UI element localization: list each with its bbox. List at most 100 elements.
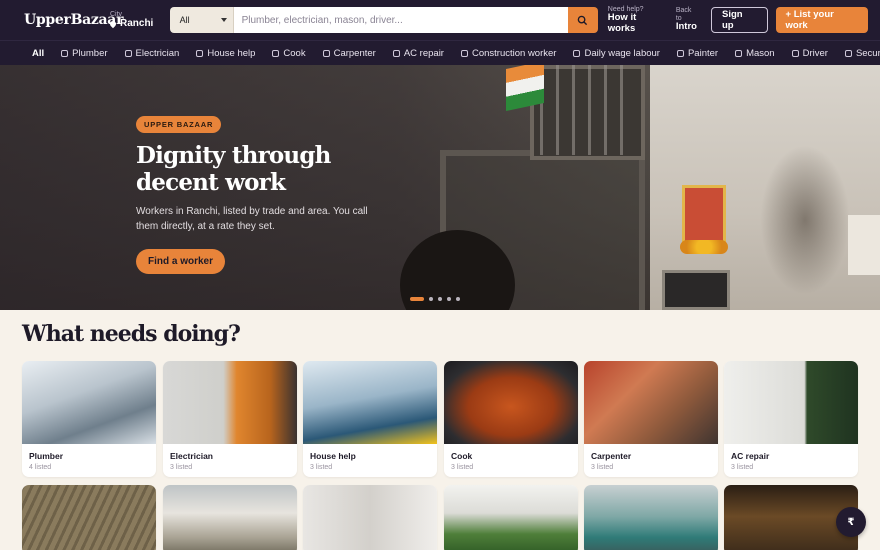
category-card-painter[interactable] (303, 485, 437, 550)
intro-link[interactable]: Back to Intro (676, 7, 699, 33)
hero-photo-flag (506, 65, 544, 112)
category-select[interactable]: All (169, 7, 234, 33)
nav-item-mason[interactable]: Mason (735, 48, 775, 59)
hero-badge: UPPER BAZAAR (136, 116, 222, 133)
card-caption: Cook 3 listed (444, 444, 578, 477)
city-value: Ranchi (120, 18, 154, 29)
search-bar: All (169, 7, 598, 33)
category-card-driver[interactable] (584, 485, 718, 550)
sign-up-button[interactable]: Sign up (711, 7, 768, 33)
carousel-dot[interactable] (410, 297, 424, 301)
category-card-plumber[interactable]: Plumber 4 listed (22, 361, 156, 477)
shield-icon (844, 49, 852, 57)
nav-item-construction-worker[interactable]: Construction worker (460, 47, 557, 59)
card-caption: House help 3 listed (303, 444, 437, 477)
steering-wheel-icon (791, 49, 799, 57)
nav-item-ac-repair[interactable]: AC repair (392, 47, 444, 59)
find-a-worker-button[interactable]: Find a worker (136, 249, 226, 274)
nav-item-painter[interactable]: Painter (676, 47, 719, 59)
category-card-cook[interactable]: Cook 3 listed (444, 361, 578, 477)
hero-body: Workers in Ranchi, listed by trade and a… (136, 206, 368, 232)
nav-item-label: Mason (746, 47, 775, 59)
nav-item-label: Carpenter (333, 47, 376, 59)
carousel-dots (410, 297, 460, 301)
hero-photo-marigold (680, 240, 728, 254)
card-count: 4 listed (29, 464, 52, 471)
city-label: City (110, 11, 123, 18)
home-icon (196, 49, 204, 57)
hero-photo-bars (540, 65, 635, 155)
carpenter-photo (584, 361, 718, 444)
category-card-ac-repair[interactable]: AC repair 3 listed (724, 361, 858, 477)
daily-wage-photo (163, 485, 297, 550)
card-title: House help (310, 451, 356, 461)
card-count: 3 listed (591, 464, 614, 471)
top-bar: UpperBazaar City Ranchi All Need help? H… (0, 0, 880, 40)
nav-item-plumber[interactable]: Plumber (61, 47, 108, 59)
hero-photo-poster (848, 215, 880, 275)
intro-small: Back to (675, 7, 692, 22)
category-card-house-help[interactable]: House help 3 listed (303, 361, 437, 477)
category-card-carpenter[interactable]: Carpenter 3 listed (584, 361, 718, 477)
card-title: Cook (451, 451, 473, 461)
hero-photo-frame (662, 270, 730, 310)
card-title: Plumber (29, 451, 64, 461)
card-caption: AC repair 3 listed (724, 444, 858, 477)
category-card-construction[interactable] (22, 485, 156, 550)
nav-item-label: Cook (283, 47, 306, 59)
electrician-photo (163, 361, 297, 444)
hero-photo-detail (760, 145, 850, 295)
nav-item-label: Painter (687, 47, 719, 59)
nav-item-driver[interactable]: Driver (791, 48, 828, 59)
category-select-value: All (179, 15, 190, 25)
category-card-electrician[interactable]: Electrician 3 listed (163, 361, 297, 477)
card-caption: Electrician 3 listed (163, 444, 297, 477)
plumber-photo (22, 361, 156, 444)
nav-item-security[interactable]: Security (844, 48, 880, 59)
category-nav: All Plumber Electrician House help Cook … (0, 40, 880, 65)
card-count: 3 listed (731, 464, 754, 471)
chevron-down-icon (220, 18, 227, 22)
category-card-daily-wage[interactable] (163, 485, 297, 550)
carousel-dot[interactable] (429, 297, 433, 301)
nav-item-carpenter[interactable]: Carpenter (322, 47, 376, 59)
construction-photo (22, 485, 156, 550)
location-pin-icon (108, 19, 118, 29)
ac-repair-photo (724, 361, 858, 444)
carousel-dot[interactable] (456, 297, 460, 301)
nav-item-label: Daily wage labour (584, 47, 660, 59)
card-title: Electrician (170, 451, 213, 461)
nav-item-cook[interactable]: Cook (272, 47, 306, 59)
card-caption: Plumber 4 listed (22, 444, 156, 477)
nav-item-electrician[interactable]: Electrician (124, 48, 179, 59)
plug-icon (124, 49, 132, 57)
shovel-icon (573, 49, 581, 57)
card-caption: Carpenter 3 listed (584, 444, 718, 477)
driver-photo (584, 485, 718, 550)
hammer-icon (322, 49, 330, 57)
search-input[interactable] (233, 7, 568, 33)
section-title: What needs doing? (22, 321, 241, 347)
card-count: 3 listed (310, 464, 333, 471)
how-it-works-link[interactable]: Need help? How it works (608, 6, 666, 35)
card-title: AC repair (731, 451, 770, 461)
nav-item-house-help[interactable]: House help (196, 48, 255, 59)
list-your-work-button[interactable]: + List your work (775, 7, 868, 33)
category-card-mason[interactable] (444, 485, 578, 550)
nav-item-label: AC repair (403, 47, 444, 59)
card-title: Carpenter (591, 451, 632, 461)
hero-title-line1: Dignity through (136, 142, 331, 169)
logo[interactable]: UpperBazaar (24, 12, 123, 28)
carousel-dot[interactable] (447, 297, 451, 301)
city-selector[interactable]: City Ranchi (108, 11, 160, 29)
trowel-icon (735, 49, 743, 57)
nav-item-daily-wage-labour[interactable]: Daily wage labour (573, 48, 660, 59)
nav-item-label: Plumber (72, 47, 108, 59)
nav-item-label: All (32, 47, 45, 59)
carousel-dot[interactable] (438, 297, 442, 301)
nav-item-all[interactable]: All (32, 48, 44, 59)
search-button[interactable] (567, 7, 598, 33)
hero-banner: UPPER BAZAAR Dignity through decent work … (0, 65, 880, 310)
rupee-fab-button[interactable]: ₹ (836, 507, 866, 537)
nav-item-label: Construction worker (471, 47, 557, 59)
